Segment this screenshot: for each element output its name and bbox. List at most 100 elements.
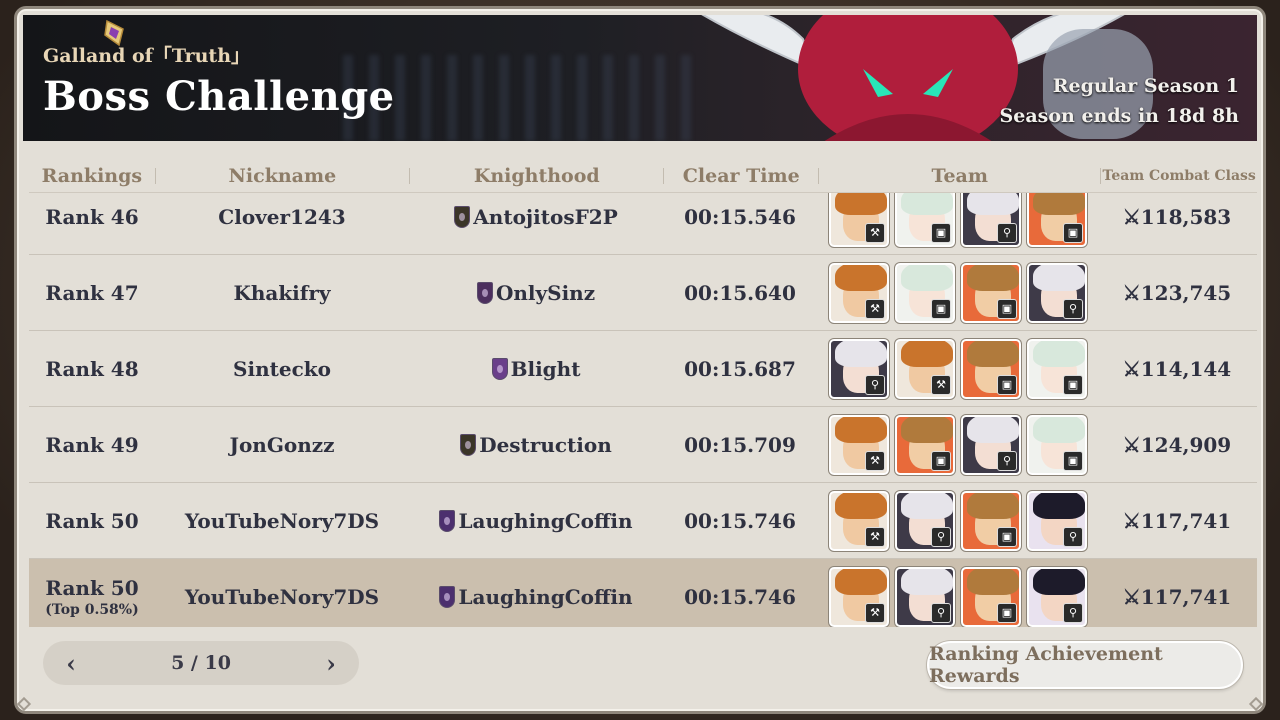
goggles-icon[interactable]: ▣ (895, 414, 955, 475)
table-row[interactable]: Rank 50 YouTubeNory7DS LaughingCoffin 00:15… (29, 483, 1257, 559)
merlin-icon[interactable]: ⚲ (1027, 566, 1087, 627)
knighthood-cell[interactable]: Destruction (409, 433, 663, 457)
escanor-icon[interactable]: ⚒ (829, 566, 889, 627)
clear-time: 00:15.746 (684, 584, 796, 609)
knighthood[interactable]: AntojitosF2P (454, 205, 618, 229)
escanor-icon[interactable]: ⚒ (895, 338, 955, 399)
rank-label: Rank 48 (45, 356, 139, 381)
portrait-hair (967, 416, 1019, 443)
chevron-left-icon[interactable]: ‹ (59, 649, 83, 678)
elizabeth-icon[interactable]: ▣ (1027, 414, 1087, 475)
escanor-icon[interactable]: ⚒ (829, 262, 889, 323)
combat-class-icon: ⚔ (1122, 432, 1141, 457)
elizabeth-icon[interactable]: ▣ (895, 193, 955, 247)
rank-cell: Rank 50 (29, 509, 155, 533)
portrait-hair (1033, 193, 1085, 215)
class-badge-icon: ⚲ (997, 222, 1017, 243)
class-badge-icon: ▣ (997, 298, 1017, 319)
clear-time: 00:15.640 (684, 280, 796, 305)
table-row[interactable]: Rank 48 Sintecko Blight 00:15.687 ⚲ ⚒ ▣ ▣ ⚔ 114,1… (29, 331, 1257, 407)
elaine-icon[interactable]: ⚲ (829, 338, 889, 399)
portrait-hair (967, 264, 1019, 291)
nickname[interactable]: YouTubeNory7DS (155, 509, 409, 533)
class-badge-icon: ⚲ (1063, 602, 1083, 623)
elizabeth-icon[interactable]: ▣ (895, 262, 955, 323)
elaine-icon[interactable]: ⚲ (895, 566, 955, 627)
combat-class-value: 114,144 (1140, 356, 1232, 381)
goggles-icon[interactable]: ▣ (961, 262, 1021, 323)
nickname[interactable]: YouTubeNory7DS (155, 585, 409, 609)
portrait-hair (901, 416, 953, 443)
merlin-icon[interactable]: ⚲ (1027, 490, 1087, 551)
elizabeth-icon[interactable]: ▣ (1027, 338, 1087, 399)
pagination: ‹ 5 / 10 › (43, 641, 359, 685)
class-badge-icon: ▣ (931, 450, 951, 471)
ranking-rewards-button[interactable]: Ranking Achievement Rewards (927, 641, 1243, 689)
team-combat-class: ⚔ 123,745 (1099, 281, 1255, 305)
class-badge-icon: ▣ (997, 602, 1017, 623)
elaine-icon[interactable]: ⚲ (895, 490, 955, 551)
combat-class-icon: ⚔ (1122, 508, 1141, 533)
nickname[interactable]: JonGonzz (155, 433, 409, 457)
my-rank-row[interactable]: Rank 50 (Top 0.58%) YouTubeNory7DS Laughing… (29, 559, 1257, 627)
knighthood-cell[interactable]: AntojitosF2P (409, 205, 663, 229)
ranking-list[interactable]: Rank 46 Clover1243 AntojitosF2P 00:15.546 ⚒ ▣… (29, 193, 1257, 627)
team-lineup: ⚒ ▣ ⚲ ▣ (829, 193, 1087, 247)
portrait-hair (835, 416, 887, 443)
escanor-icon[interactable]: ⚒ (829, 193, 889, 247)
chevron-right-icon[interactable]: › (319, 649, 343, 678)
escanor-icon[interactable]: ⚒ (829, 414, 889, 475)
class-badge-icon: ▣ (1063, 450, 1083, 471)
table-row[interactable]: Rank 46 Clover1243 AntojitosF2P 00:15.546 ⚒ ▣… (29, 193, 1257, 255)
knighthood-cell[interactable]: Blight (409, 357, 663, 381)
elaine-icon[interactable]: ⚲ (1027, 262, 1087, 323)
portrait-hair (835, 340, 887, 367)
table-row[interactable]: Rank 49 JonGonzz Destruction 00:15.709 ⚒ ▣ ⚲ ▣ ⚔… (29, 407, 1257, 483)
portrait-hair (1033, 492, 1085, 519)
knighthood[interactable]: Destruction (460, 433, 612, 457)
team-combat-class: ⚔ 118,583 (1099, 205, 1255, 229)
nickname[interactable]: Clover1243 (155, 205, 409, 229)
portrait-hair (1033, 416, 1085, 443)
combat-class-icon: ⚔ (1122, 280, 1141, 305)
table-header: Rankings Nickname Knighthood Clear Time … (29, 159, 1257, 193)
escanor-icon[interactable]: ⚒ (829, 490, 889, 551)
class-badge-icon: ▣ (997, 526, 1017, 547)
class-badge-icon: ⚒ (865, 450, 885, 471)
combat-class-wrap: ⚔ 118,583 (1123, 205, 1231, 229)
header-team-combat-class: Team Combat Class (1102, 167, 1256, 184)
knighthood-emblem-icon (454, 205, 471, 228)
portrait-hair (1033, 340, 1085, 367)
goggles-icon[interactable]: ▣ (961, 566, 1021, 627)
knighthood-emblem-icon (460, 433, 477, 456)
goggles-icon[interactable]: ▣ (1027, 193, 1087, 247)
nickname[interactable]: Khakifry (155, 281, 409, 305)
class-badge-icon: ⚲ (997, 450, 1017, 471)
knighthood[interactable]: LaughingCoffin (439, 585, 633, 609)
nickname[interactable]: Sintecko (155, 357, 409, 381)
class-badge-icon: ⚒ (865, 602, 885, 623)
knighthood-cell[interactable]: OnlySinz (409, 281, 663, 305)
knighthood[interactable]: Blight (491, 357, 580, 381)
knighthood-name: LaughingCoffin (458, 508, 633, 533)
portrait-hair (901, 193, 953, 215)
team-combat-class: ⚔ 117,741 (1099, 585, 1255, 609)
combat-class-icon: ⚔ (1122, 584, 1141, 609)
elaine-icon[interactable]: ⚲ (961, 193, 1021, 247)
header-nickname: Nickname (228, 164, 337, 187)
elaine-icon[interactable]: ⚲ (961, 414, 1021, 475)
rank-label: Rank 46 (45, 204, 139, 229)
combat-class-value: 117,741 (1140, 584, 1232, 609)
knighthood[interactable]: LaughingCoffin (439, 508, 633, 533)
knighthood-cell[interactable]: LaughingCoffin (409, 585, 663, 609)
knighthood-cell[interactable]: LaughingCoffin (409, 509, 663, 533)
rank-label: Rank 49 (45, 432, 139, 457)
class-badge-icon: ⚲ (1063, 526, 1083, 547)
header-clear-time: Clear Time (682, 164, 800, 187)
goggles-icon[interactable]: ▣ (961, 338, 1021, 399)
goggles-icon[interactable]: ▣ (961, 490, 1021, 551)
season-label: Regular Season 1 (1052, 75, 1239, 97)
knighthood[interactable]: OnlySinz (476, 281, 595, 305)
season-timer: Season ends in 18d 8h (999, 105, 1239, 127)
table-row[interactable]: Rank 47 Khakifry OnlySinz 00:15.640 ⚒ ▣ ▣ ⚲ ⚔ 123… (29, 255, 1257, 331)
